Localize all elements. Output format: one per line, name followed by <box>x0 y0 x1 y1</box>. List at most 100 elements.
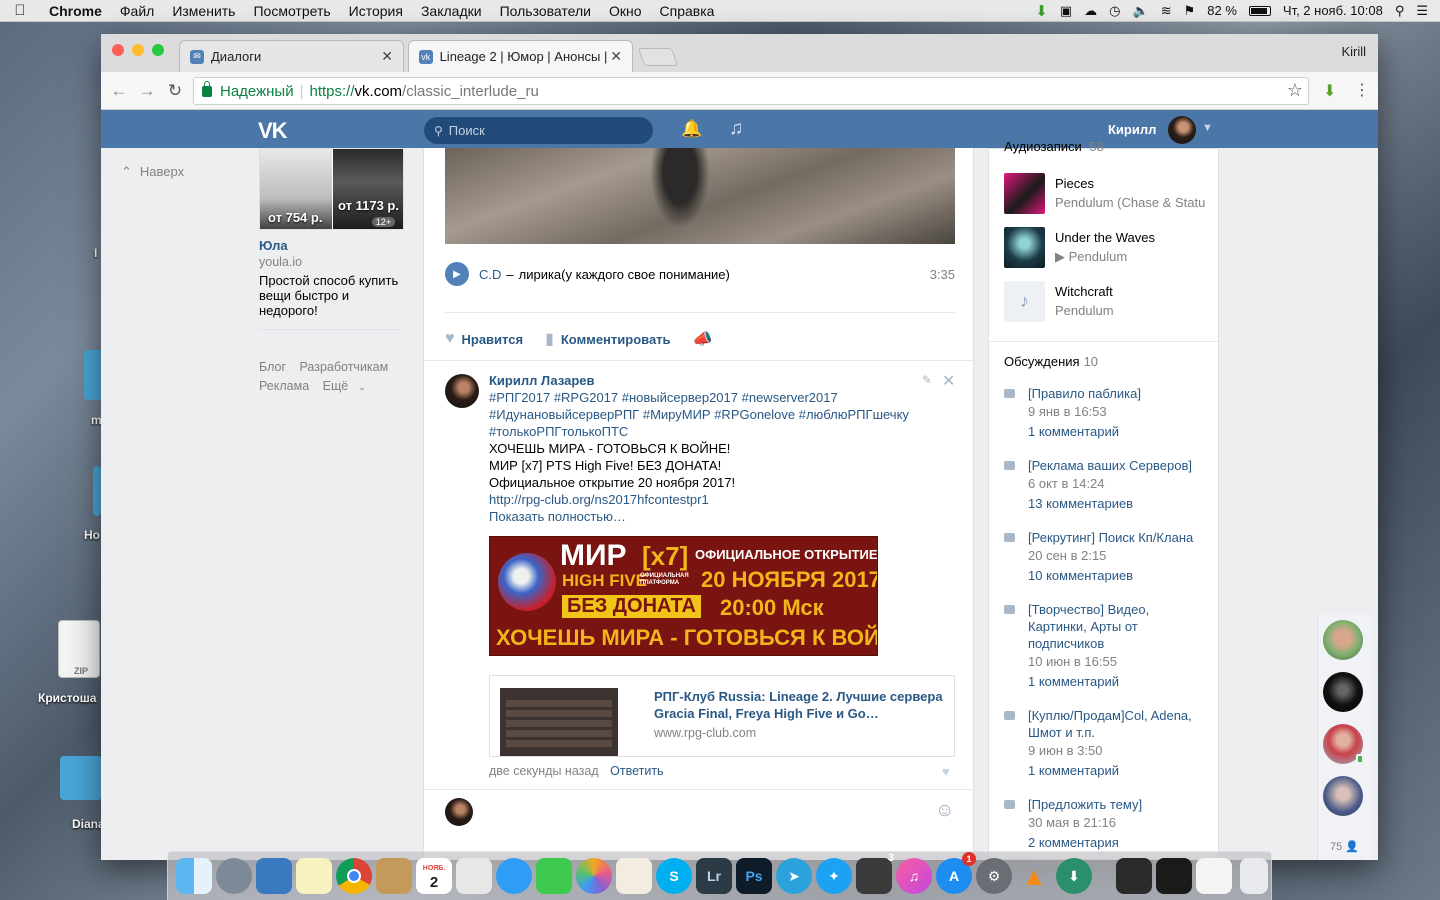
menu-help[interactable]: Справка <box>651 0 724 22</box>
discussion-comments[interactable]: 1 комментарий <box>1028 761 1214 781</box>
emoji-smile-icon[interactable]: ☺ <box>935 800 954 822</box>
preview-icon[interactable] <box>256 858 292 894</box>
footer-link-blog[interactable]: Блог <box>259 360 286 374</box>
download-manager-icon[interactable]: ⬇ <box>1056 858 1092 894</box>
link-preview-title[interactable]: РПГ-Клуб Russia: Lineage 2. Лучшие серве… <box>654 688 944 722</box>
display-icon[interactable]: ▣ <box>1060 3 1072 19</box>
sketchbook-icon[interactable] <box>456 858 492 894</box>
discussion-title[interactable]: [Творчество] Видео, Картинки, Арты от по… <box>1028 601 1208 652</box>
photos-icon[interactable] <box>576 858 612 894</box>
ad-title[interactable]: Юла <box>259 238 288 253</box>
trash-icon[interactable] <box>1240 858 1268 894</box>
post-time[interactable]: две секунды назад <box>489 764 599 778</box>
discussion-comments[interactable]: 10 комментариев <box>1028 566 1214 586</box>
new-tab-button[interactable] <box>637 48 679 66</box>
notification-center-icon[interactable]: ☰ <box>1416 3 1428 19</box>
discussions-header[interactable]: Обсуждения 10 <box>1004 354 1098 369</box>
menu-history[interactable]: История <box>340 0 412 22</box>
contacts-icon[interactable] <box>376 858 412 894</box>
desktop-label[interactable]: Diana <box>72 817 105 831</box>
post-hashtags[interactable]: #ИдунановыйсерверРПГ #МируМИР #RPGonelov… <box>489 406 949 423</box>
desktop-label[interactable]: Кристоша <box>38 691 96 705</box>
close-window-button[interactable] <box>112 44 124 56</box>
menu-bookmarks[interactable]: Закладки <box>412 0 491 22</box>
discussion-title[interactable]: [Рекрутинг] Поиск Кп/Клана <box>1028 529 1214 546</box>
track-artist[interactable]: C.D <box>479 267 501 282</box>
avatar[interactable] <box>445 374 479 408</box>
desktop-folder-icon[interactable] <box>93 466 101 516</box>
back-arrow-icon[interactable]: ← <box>105 81 133 101</box>
audio-track[interactable]: ▶ C.D – лирика(у каждого свое понимание)… <box>445 262 955 286</box>
heart-icon[interactable]: ♥ <box>942 764 950 779</box>
extension-download-icon[interactable]: ⬇ <box>1323 81 1336 101</box>
menu-users[interactable]: Пользователи <box>491 0 600 22</box>
audio-item[interactable]: Pieces Pendulum (Chase & Status <box>1004 173 1205 214</box>
play-icon[interactable]: ▶ <box>445 262 469 286</box>
twitter-icon[interactable]: ✦ <box>816 858 852 894</box>
discussion-comments[interactable]: 13 комментариев <box>1028 494 1214 514</box>
post-link[interactable]: http://rpg-club.org/ns2017hfcontestpr1 <box>489 491 949 508</box>
user-name[interactable]: Кирилл <box>1108 122 1156 137</box>
apple-icon[interactable]:  <box>0 2 40 19</box>
menu-window[interactable]: Окно <box>600 0 651 22</box>
vlc-icon[interactable]: ▲ <box>1016 858 1052 894</box>
clock[interactable]: Чт, 2 нояб. 10:08 <box>1283 3 1383 18</box>
finder-icon[interactable] <box>176 858 212 894</box>
minimize-window-button[interactable] <box>132 44 144 56</box>
itunes-icon[interactable]: ♫ <box>896 858 932 894</box>
discussion-item[interactable]: [Куплю/Продам]Col, Adena, Шмот и т.п. 9 … <box>1004 707 1214 781</box>
tab-lineage[interactable]: vk Lineage 2 | Юмор | Анонсы | F ✕ <box>408 40 633 72</box>
reload-icon[interactable]: ↻ <box>161 81 189 101</box>
audio-item[interactable]: ♪ Witchcraft Pendulum <box>1004 281 1205 322</box>
launchpad-icon[interactable] <box>216 858 252 894</box>
discussion-title[interactable]: [Куплю/Продам]Col, Adena, Шмот и т.п. <box>1028 707 1208 741</box>
volume-icon[interactable]: 🔈 <box>1133 3 1149 19</box>
chrome-icon[interactable] <box>336 858 372 894</box>
footer-link-developers[interactable]: Разработчикам <box>300 360 389 374</box>
window-thumb-icon[interactable] <box>1116 858 1152 894</box>
window-thumb-icon[interactable] <box>1196 858 1232 894</box>
app-store-icon[interactable]: A1 <box>936 852 976 894</box>
post-banner-image[interactable]: МИР [x7] HIGH FIVE ОФИЦИАЛЬНАЯ ПЛАТФОРМА… <box>489 536 878 656</box>
post-author[interactable]: Кирилл Лазарев <box>489 373 595 388</box>
wifi-icon[interactable]: ≋ <box>1161 3 1172 19</box>
notifications-bell-icon[interactable]: 🔔 <box>681 119 702 139</box>
footer-link-ads[interactable]: Реклама <box>259 379 309 393</box>
desktop-folder-icon[interactable] <box>60 756 102 800</box>
video-thumbnail[interactable] <box>445 148 955 244</box>
discussion-item[interactable]: [Реклама ваших Серверов] 6 окт в 14:24 1… <box>1004 457 1214 514</box>
bookmark-star-icon[interactable]: ☆ <box>1287 80 1303 101</box>
music-note-icon[interactable]: ♫ <box>729 118 743 140</box>
messages-icon[interactable] <box>496 858 532 894</box>
menu-file[interactable]: Файл <box>111 0 163 22</box>
avatar[interactable] <box>1168 116 1196 144</box>
show-more-link[interactable]: Показать полностью… <box>489 508 949 525</box>
discussion-item[interactable]: [Рекрутинг] Поиск Кп/Клана 20 сен в 2:15… <box>1004 529 1214 586</box>
back-to-top-button[interactable]: ⌃ Наверх <box>121 164 184 180</box>
share-button[interactable]: 📣 <box>693 329 713 349</box>
calendar-icon[interactable]: НОЯБ. 2 <box>416 858 452 894</box>
search-input[interactable]: ⚲ Поиск <box>424 117 653 144</box>
friends-count[interactable]: 75 👤 <box>1330 840 1359 853</box>
chevron-down-icon[interactable]: ▼ <box>1202 122 1213 134</box>
discussion-item[interactable]: [Правило паблика] 9 янв в 16:53 1 коммен… <box>1004 385 1214 442</box>
like-button[interactable]: ♥ Нравится <box>445 330 523 348</box>
discussion-title[interactable]: [Реклама ваших Серверов] <box>1028 457 1214 474</box>
maximize-window-button[interactable] <box>152 44 164 56</box>
notes-icon[interactable] <box>296 858 332 894</box>
menu-app-name[interactable]: Chrome <box>40 0 111 22</box>
footer-link-more[interactable]: Ещё <box>323 379 349 393</box>
discussion-item[interactable]: [Предложить тему] 30 мая в 21:16 2 комме… <box>1004 796 1214 853</box>
lightroom-icon[interactable]: Lr <box>696 858 732 894</box>
discussion-title[interactable]: [Правило паблика] <box>1028 385 1214 402</box>
camera-icon[interactable]: 3 <box>856 852 894 894</box>
close-tab-icon[interactable]: ✕ <box>610 48 622 65</box>
address-bar[interactable]: Надежный | https:// vk.com /classic_inte… <box>193 77 1309 105</box>
facetime-icon[interactable] <box>536 858 572 894</box>
tab-dialogs[interactable]: ✉ Диалоги ✕ <box>179 40 404 72</box>
desktop-label[interactable]: Ho <box>84 528 100 542</box>
download-arrow-icon[interactable]: ⬇ <box>1035 2 1048 20</box>
battery-percent[interactable]: 82 % <box>1207 3 1237 18</box>
system-preferences-icon[interactable]: ⚙ <box>976 858 1012 894</box>
menu-dots-icon[interactable]: ⋮ <box>1354 80 1370 100</box>
